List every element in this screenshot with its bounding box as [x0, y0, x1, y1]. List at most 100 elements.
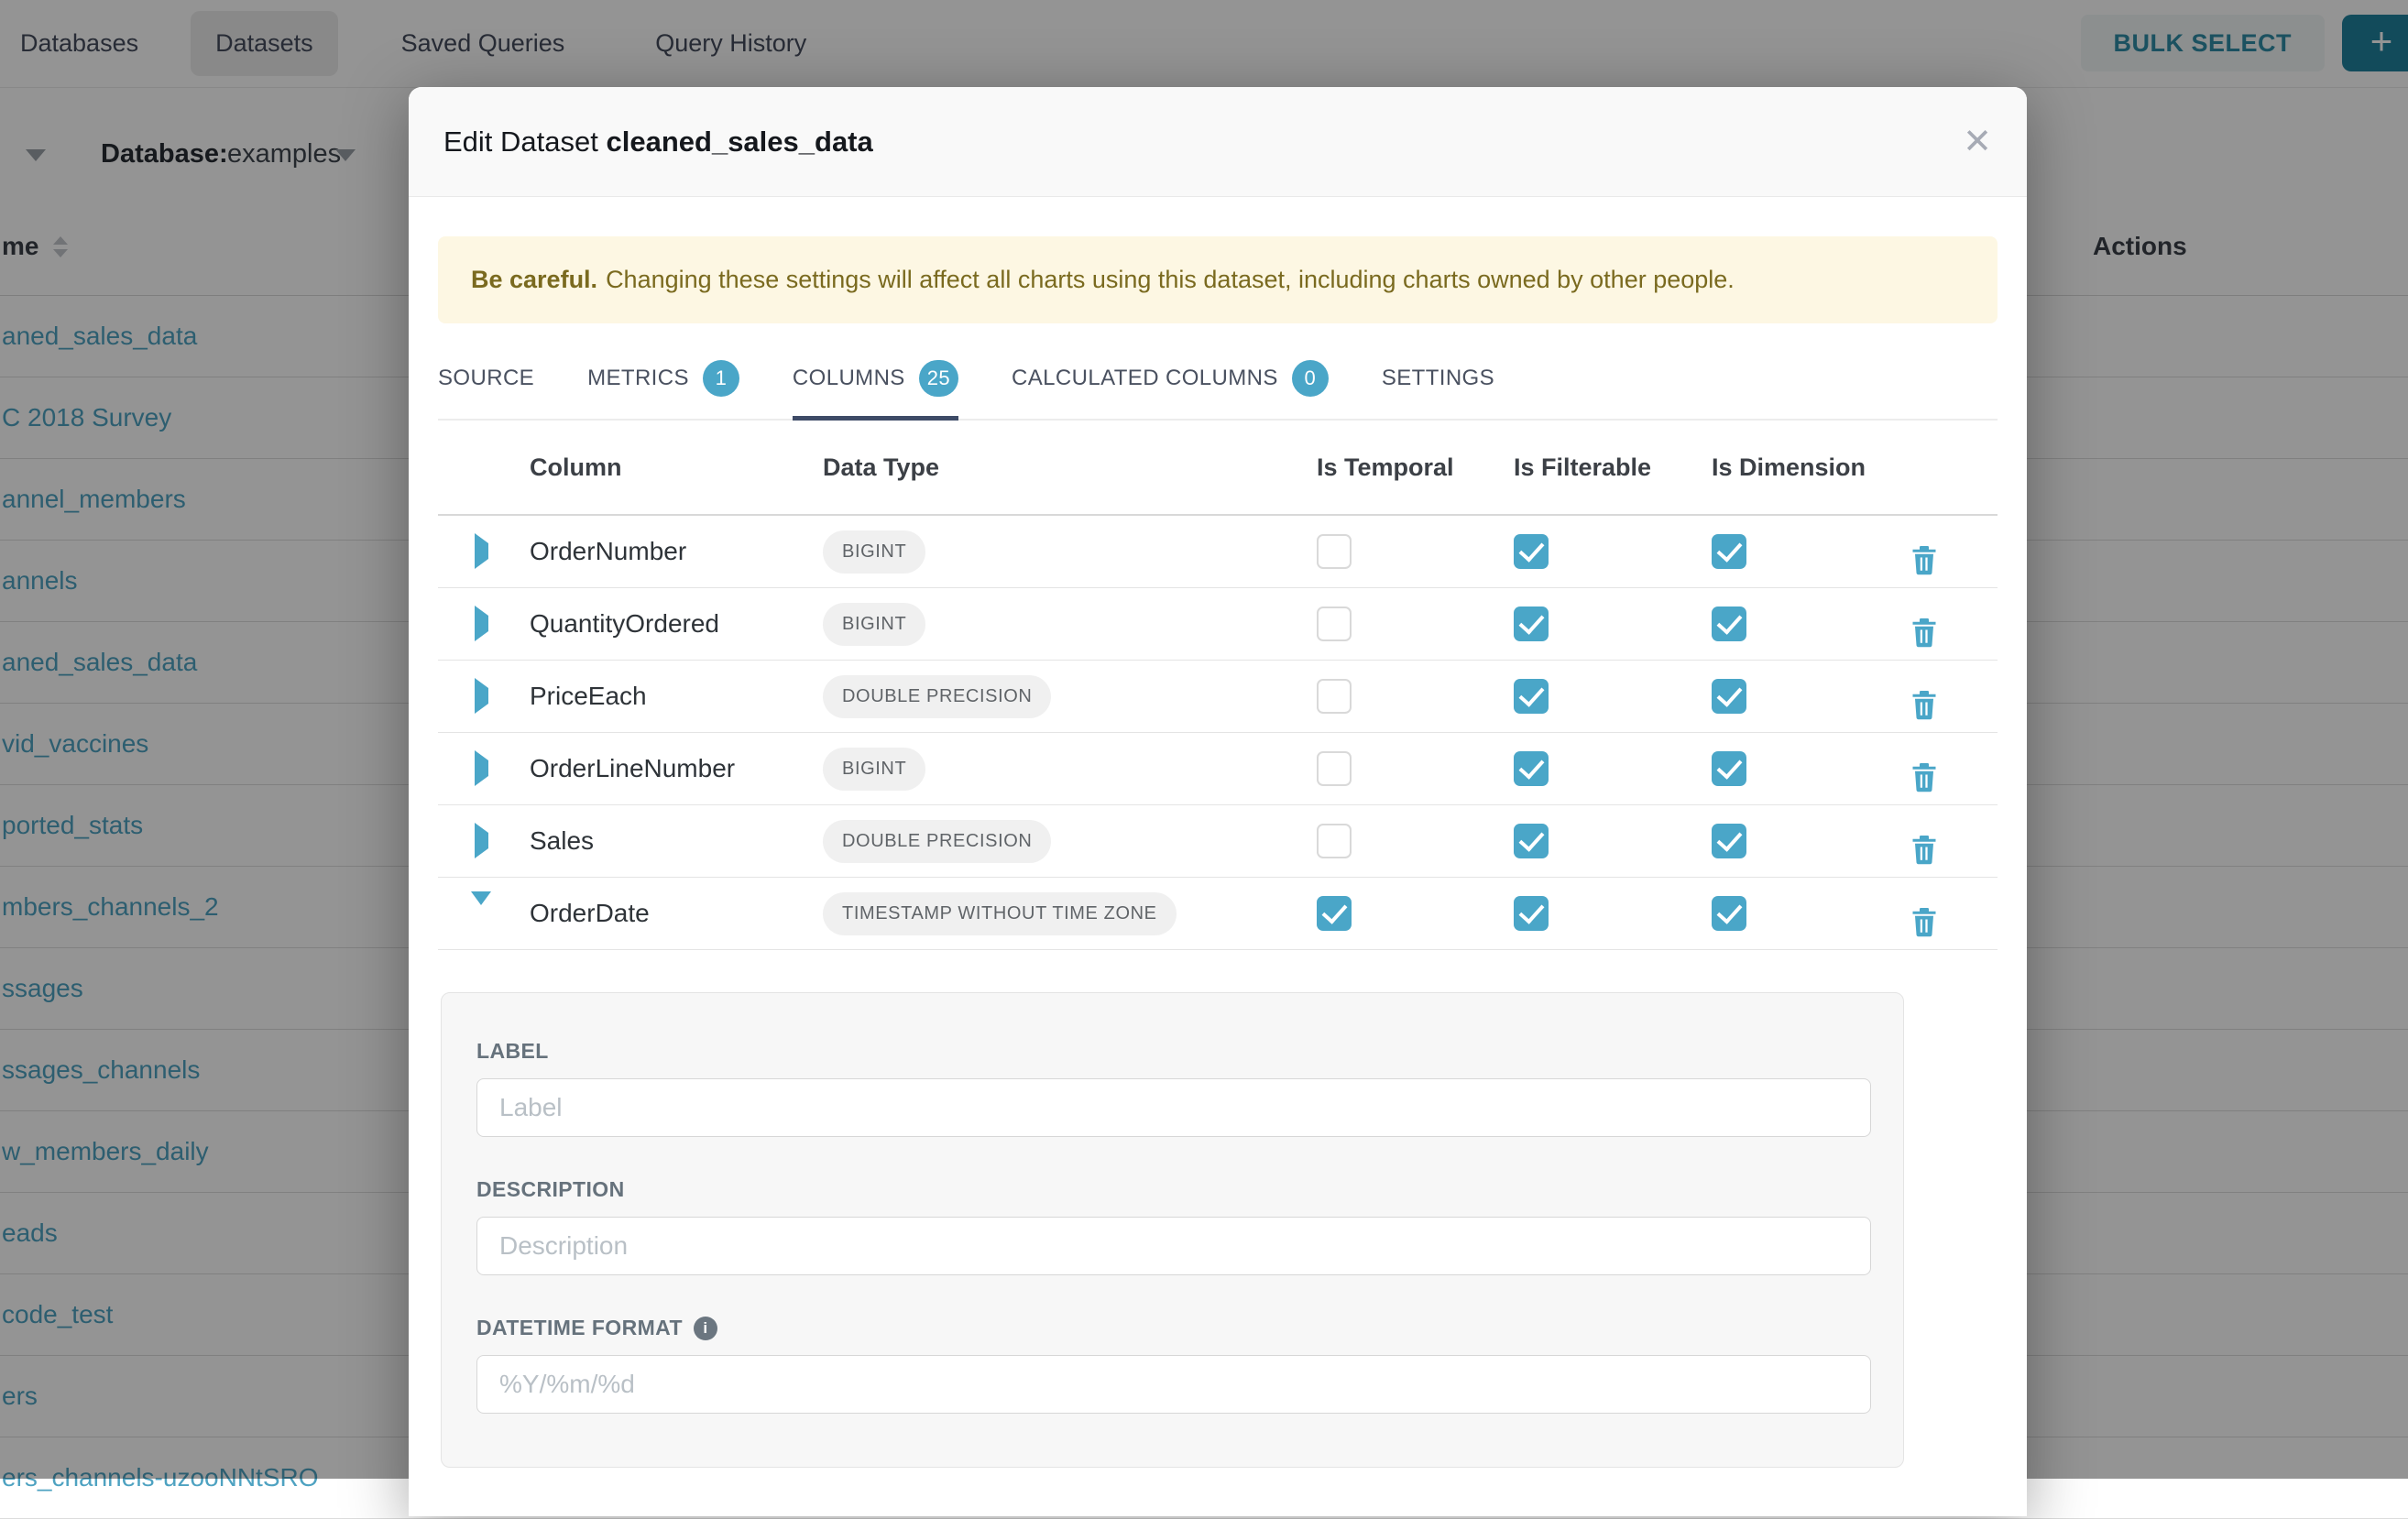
tab-settings[interactable]: SETTINGS [1382, 351, 1494, 419]
data-type-pill: BIGINT [823, 603, 925, 646]
column-name: QuantityOrdered [513, 609, 815, 639]
is-filterable-header: Is Filterable [1514, 454, 1712, 482]
is-filterable-cell [1514, 751, 1712, 786]
is-filterable-checkbox[interactable] [1514, 534, 1549, 569]
label-field-label: LABEL [476, 1039, 1866, 1064]
is-dimension-checkbox[interactable] [1712, 679, 1746, 714]
caret-cell [438, 833, 513, 849]
collapse-caret-icon[interactable] [471, 891, 491, 921]
caret-cell [438, 760, 513, 777]
is-filterable-cell [1514, 534, 1712, 569]
delete-column-icon[interactable] [1910, 689, 1998, 720]
datetime-format-input[interactable] [476, 1355, 1871, 1414]
delete-column-icon[interactable] [1910, 617, 1998, 648]
trash-cell [1910, 672, 1998, 720]
modal-body: Be careful. Changing these settings will… [409, 236, 2027, 1468]
is-temporal-checkbox[interactable] [1317, 534, 1352, 569]
is-filterable-checkbox[interactable] [1514, 896, 1549, 931]
column-row: OrderLineNumberBIGINT [438, 733, 1998, 805]
data-type-pill: DOUBLE PRECISION [823, 675, 1051, 718]
is-filterable-checkbox[interactable] [1514, 751, 1549, 786]
modal-dataset-name: cleaned_sales_data [607, 126, 873, 158]
is-dimension-checkbox[interactable] [1712, 534, 1746, 569]
is-dimension-cell [1712, 534, 1910, 569]
tab-metrics[interactable]: METRICS1 [587, 351, 739, 419]
is-temporal-checkbox[interactable] [1317, 751, 1352, 786]
caret-cell [438, 688, 513, 705]
tab-source[interactable]: SOURCE [438, 351, 534, 419]
column-name: OrderLineNumber [513, 754, 815, 783]
is-filterable-checkbox[interactable] [1514, 824, 1549, 858]
is-temporal-checkbox[interactable] [1317, 679, 1352, 714]
column-row: OrderNumberBIGINT [438, 516, 1998, 588]
is-dimension-cell [1712, 679, 1910, 714]
trash-cell [1910, 528, 1998, 575]
data-type-cell: BIGINT [815, 603, 1317, 646]
tab-label: COLUMNS [793, 366, 905, 391]
warning-banner: Be careful. Changing these settings will… [438, 236, 1998, 323]
is-temporal-checkbox[interactable] [1317, 607, 1352, 641]
is-temporal-cell [1317, 607, 1514, 641]
info-icon[interactable] [694, 1317, 717, 1340]
expand-caret-icon[interactable] [475, 823, 488, 858]
tab-calculated-columns[interactable]: CALCULATED COLUMNS0 [1012, 351, 1329, 419]
expand-caret-icon[interactable] [475, 533, 488, 569]
expand-caret-icon[interactable] [475, 678, 488, 714]
is-filterable-cell [1514, 607, 1712, 641]
modal-title: Edit Dataset cleaned_sales_data [443, 126, 873, 158]
is-dimension-cell [1712, 751, 1910, 786]
data-type-cell: BIGINT [815, 530, 1317, 574]
columns-rows: OrderNumberBIGINT QuantityOrdered BIGINT Pr… [438, 516, 1998, 950]
is-filterable-checkbox[interactable] [1514, 679, 1549, 714]
is-dimension-checkbox[interactable] [1712, 607, 1746, 641]
is-temporal-header: Is Temporal [1317, 454, 1514, 482]
data-type-cell: BIGINT [815, 748, 1317, 791]
caret-cell [438, 543, 513, 560]
trash-cell [1910, 745, 1998, 792]
data-type-cell: TIMESTAMP WITHOUT TIME ZONE [815, 892, 1317, 935]
delete-column-icon[interactable] [1910, 834, 1998, 865]
data-type-cell: DOUBLE PRECISION [815, 820, 1317, 863]
column-name: PriceEach [513, 682, 815, 711]
is-temporal-cell [1317, 751, 1514, 786]
is-filterable-cell [1514, 679, 1712, 714]
delete-column-icon[interactable] [1910, 544, 1998, 575]
column-row: Sales DOUBLE PRECISION [438, 805, 1998, 878]
columns-table-header: Column Data Type Is Temporal Is Filterab… [438, 421, 1998, 516]
close-icon[interactable]: ✕ [1963, 125, 1992, 159]
is-dimension-cell [1712, 824, 1910, 858]
tab-label: SOURCE [438, 366, 534, 391]
column-row: QuantityOrdered BIGINT [438, 588, 1998, 661]
delete-column-icon[interactable] [1910, 761, 1998, 792]
is-temporal-checkbox[interactable] [1317, 824, 1352, 858]
delete-column-icon[interactable] [1910, 906, 1998, 937]
description-input[interactable] [476, 1217, 1871, 1275]
is-dimension-header: Is Dimension [1712, 454, 1910, 482]
is-dimension-checkbox[interactable] [1712, 896, 1746, 931]
modal-header: Edit Dataset cleaned_sales_data ✕ [409, 87, 2027, 197]
is-dimension-checkbox[interactable] [1712, 824, 1746, 858]
warning-banner-text: Changing these settings will affect all … [606, 266, 1735, 294]
data-type-pill: DOUBLE PRECISION [823, 820, 1051, 863]
is-temporal-checkbox[interactable] [1317, 896, 1352, 931]
description-field-label: DESCRIPTION [476, 1177, 1866, 1202]
is-temporal-cell [1317, 824, 1514, 858]
trash-cell [1910, 600, 1998, 648]
is-filterable-cell [1514, 896, 1712, 931]
datetime-format-field-label: DATETIME FORMAT [476, 1316, 1866, 1340]
column-row: PriceEach DOUBLE PRECISION [438, 661, 1998, 733]
column-detail-panel: LABEL DESCRIPTION DATETIME FORMAT [441, 992, 1904, 1468]
tab-columns[interactable]: COLUMNS25 [793, 351, 958, 419]
is-filterable-checkbox[interactable] [1514, 607, 1549, 641]
is-temporal-cell [1317, 679, 1514, 714]
datetime-format-label-text: DATETIME FORMAT [476, 1316, 683, 1340]
modal-title-prefix: Edit Dataset [443, 126, 598, 158]
column-name: Sales [513, 826, 815, 856]
description-field-label-text: DESCRIPTION [476, 1177, 625, 1202]
label-input[interactable] [476, 1078, 1871, 1137]
data-type-cell: DOUBLE PRECISION [815, 675, 1317, 718]
expand-caret-icon[interactable] [475, 606, 488, 641]
is-dimension-checkbox[interactable] [1712, 751, 1746, 786]
column-row: OrderDateTIMESTAMP WITHOUT TIME ZONE [438, 878, 1998, 950]
expand-caret-icon[interactable] [475, 750, 488, 786]
